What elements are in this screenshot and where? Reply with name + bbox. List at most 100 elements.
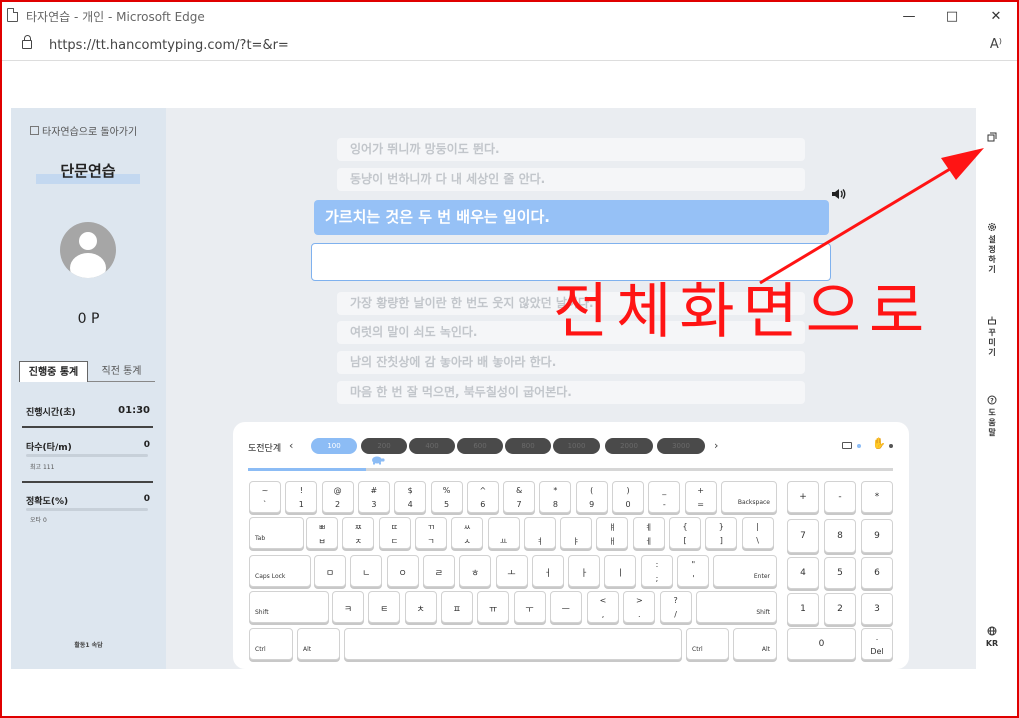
key[interactable]: * 8 (539, 481, 572, 513)
key[interactable]: ㅆㅅ (451, 517, 484, 549)
key[interactable]: ㅜ (513, 591, 546, 623)
key[interactable]: ㅉㅈ (342, 517, 375, 549)
decorate-button[interactable]: 꾸미기 (985, 315, 999, 358)
hand-toggle-icon[interactable]: ✋ (872, 437, 886, 450)
numpad-del-key[interactable]: . Del (861, 628, 893, 660)
tab-key[interactable]: Tab (249, 517, 304, 549)
key[interactable]: _ - (648, 481, 681, 513)
back-link[interactable]: 타자연습으로 돌아가기 (30, 123, 137, 138)
numpad-key[interactable]: 2 (824, 593, 856, 625)
stage-next-button[interactable]: › (714, 439, 718, 452)
stage-chip[interactable]: 200 (361, 438, 407, 454)
left-ctrl-key[interactable]: Ctrl (249, 628, 293, 660)
key[interactable]: (9 (575, 481, 608, 513)
numpad-key[interactable]: 5 (824, 557, 856, 589)
language-button[interactable]: KR (985, 626, 999, 649)
lock-icon[interactable] (22, 35, 32, 49)
key[interactable]: ! 1 (285, 481, 318, 513)
settings-button[interactable]: 설정하기 (985, 222, 999, 275)
key[interactable]: ㅡ (549, 591, 582, 623)
key[interactable]: ㅃㅂ (306, 517, 338, 549)
fullscreen-button[interactable] (985, 132, 999, 145)
key[interactable]: + = (684, 481, 717, 513)
right-ctrl-key[interactable]: Ctrl (686, 628, 729, 660)
key[interactable]: ~ ` (249, 481, 281, 513)
key[interactable]: ㅍ (440, 591, 473, 623)
key[interactable]: <, (587, 591, 619, 623)
read-aloud-icon[interactable]: A⁾ (990, 37, 1002, 52)
key[interactable]: ㅣ (604, 555, 637, 587)
speaker-icon[interactable] (830, 186, 846, 202)
right-shift-key[interactable]: Shift (696, 591, 777, 623)
key[interactable]: ㅋ (332, 591, 364, 623)
capslock-key[interactable]: Caps Lock (249, 555, 311, 587)
key[interactable]: ? / (659, 591, 692, 623)
key[interactable]: ㄸㄷ (378, 517, 411, 549)
key[interactable]: " ' (677, 555, 710, 587)
numpad-key[interactable]: - (824, 481, 856, 513)
keyboard-toggle-icon[interactable] (842, 442, 852, 449)
backspace-key[interactable]: Backspace (721, 481, 777, 513)
key[interactable]: ㅁ (314, 555, 346, 587)
numpad-zero-key[interactable]: 0 (787, 628, 856, 660)
url-text[interactable]: https://tt.hancomtyping.com/?t=&r= (49, 38, 289, 53)
numpad-key[interactable]: 1 (787, 593, 819, 625)
stage-chip[interactable]: 400 (409, 438, 455, 454)
key[interactable]: & 7 (503, 481, 536, 513)
right-alt-key[interactable]: Alt (733, 628, 777, 660)
key[interactable]: ㅕ (523, 517, 556, 549)
numpad-key[interactable]: + (787, 481, 819, 513)
minimize-icon[interactable]: — (895, 6, 923, 28)
key[interactable]: ) 0 (612, 481, 644, 513)
key[interactable]: ㅗ (495, 555, 528, 587)
key[interactable]: @2 (321, 481, 354, 513)
tab-previous-stats[interactable]: 직전 통계 (88, 361, 155, 382)
key[interactable]: {[ (669, 517, 701, 549)
stage-prev-button[interactable]: ‹ (289, 439, 293, 452)
hand-toggle-dot[interactable] (889, 444, 893, 448)
stage-chip[interactable]: 800 (505, 438, 551, 454)
key[interactable]: ㅖㅔ (632, 517, 665, 549)
key[interactable]: ㄲㄱ (414, 517, 447, 549)
numpad-key[interactable]: 9 (861, 519, 893, 553)
key[interactable]: ㅒㅐ (596, 517, 629, 549)
key[interactable]: ㅓ (531, 555, 564, 587)
keyboard-toggle-dot[interactable] (857, 444, 861, 448)
numpad-key[interactable]: 4 (787, 557, 819, 589)
key[interactable]: ㄹ (422, 555, 455, 587)
key[interactable]: ㅛ (487, 517, 520, 549)
space-key[interactable] (344, 628, 682, 660)
help-button[interactable]: ? 도움말 (985, 395, 999, 438)
numpad-key[interactable]: 3 (861, 593, 893, 625)
numpad-key[interactable]: 6 (861, 557, 893, 589)
enter-key[interactable]: Enter (713, 555, 777, 587)
key[interactable]: ㅠ (477, 591, 510, 623)
close-icon[interactable]: ✕ (982, 6, 1010, 28)
numpad-key[interactable]: 7 (787, 519, 819, 553)
key[interactable]: ㅌ (368, 591, 401, 623)
key[interactable]: ㅑ (560, 517, 593, 549)
key[interactable]: ^ 6 (466, 481, 499, 513)
numpad-key[interactable]: * (861, 481, 893, 513)
key[interactable]: ㅊ (404, 591, 437, 623)
maximize-icon[interactable]: □ (938, 6, 966, 28)
key[interactable]: ㅏ (568, 555, 601, 587)
stage-chip[interactable]: 3000 (657, 438, 705, 454)
key[interactable]: ㅎ (459, 555, 492, 587)
key[interactable]: ㄴ (350, 555, 383, 587)
stage-chip[interactable]: 100 (311, 438, 357, 454)
stage-chip[interactable]: 600 (457, 438, 503, 454)
key[interactable]: :; (641, 555, 673, 587)
stage-chip[interactable]: 1000 (553, 438, 600, 454)
key[interactable]: }] (705, 517, 738, 549)
tab-current-stats[interactable]: 진행중 통계 (19, 361, 88, 382)
left-shift-key[interactable]: Shift (249, 591, 329, 623)
key[interactable]: ㅇ (386, 555, 419, 587)
key[interactable]: | \ (741, 517, 774, 549)
key[interactable]: >. (623, 591, 656, 623)
numpad-key[interactable]: 8 (824, 519, 856, 553)
key[interactable]: % 5 (430, 481, 463, 513)
stage-chip[interactable]: 2000 (605, 438, 653, 454)
address-bar[interactable]: https://tt.hancomtyping.com/?t=&r= A⁾ (2, 31, 1017, 61)
left-alt-key[interactable]: Alt (297, 628, 340, 660)
